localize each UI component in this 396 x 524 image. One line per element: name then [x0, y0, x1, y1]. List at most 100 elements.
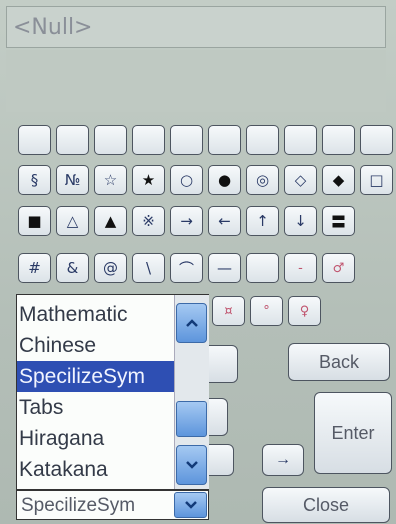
symbol-key[interactable]	[170, 125, 203, 155]
symbol-key[interactable]: ↑	[246, 206, 279, 236]
combo-dropdown-button[interactable]	[174, 492, 207, 518]
chevron-up-icon	[185, 319, 198, 327]
list-scrollbar[interactable]	[174, 295, 209, 489]
symbol-key[interactable]: ◇	[284, 165, 317, 195]
symbol-key[interactable]	[284, 125, 317, 155]
symbol-key-label: ◎	[255, 171, 270, 189]
symbol-key[interactable]: →	[170, 206, 203, 236]
enter-button[interactable]: Enter	[314, 392, 392, 474]
enter-label: Enter	[331, 422, 375, 443]
right-arrow-key[interactable]: →	[262, 444, 304, 476]
symbol-key-label: ●	[217, 171, 232, 189]
list-item[interactable]: Tabs	[17, 392, 174, 423]
symbol-key-label: \	[145, 259, 152, 277]
symbol-key[interactable]: ■	[18, 206, 51, 236]
input-value: <Null>	[13, 15, 93, 40]
symbol-key-label: ←	[218, 212, 231, 230]
symbol-key-label: °	[263, 303, 270, 319]
symbol-key-label: ▲	[104, 212, 117, 230]
symbol-key-label: ※	[142, 212, 155, 230]
symbol-key-label: ♀	[299, 303, 310, 319]
symbol-key[interactable]	[132, 125, 165, 155]
symbol-key-label: ◇	[294, 171, 307, 189]
combo-value: SpecilizeSym	[21, 495, 136, 516]
symbol-key[interactable]: ◆	[322, 165, 355, 195]
symbol-key-label: ¤	[224, 303, 233, 319]
scroll-down-button[interactable]	[176, 445, 207, 485]
list-item[interactable]: SpecilizeSym	[17, 361, 174, 392]
symbol-key[interactable]: &	[56, 253, 89, 283]
back-label: Back	[318, 351, 360, 372]
symbol-key-label: —	[217, 259, 232, 277]
symbol-key[interactable]	[322, 125, 355, 155]
symbol-key[interactable]: ¤	[212, 296, 245, 326]
symbol-key-label: ♂	[332, 260, 345, 276]
chevron-down-icon	[184, 501, 197, 509]
scroll-up-button[interactable]	[176, 303, 207, 343]
close-button[interactable]: Close	[262, 487, 390, 523]
symbol-key[interactable]	[208, 125, 241, 155]
symbol-key[interactable]: ♂	[322, 253, 355, 283]
symbol-key[interactable]: ←	[208, 206, 241, 236]
symbol-key[interactable]: ●	[208, 165, 241, 195]
list-item[interactable]: Katakana	[17, 454, 174, 485]
symbol-key[interactable]: ◎	[246, 165, 279, 195]
symbol-key[interactable]: 〓	[322, 206, 355, 236]
symbol-key[interactable]	[246, 253, 279, 283]
symbol-key-label: ◆	[332, 171, 345, 189]
symbol-key-label: @	[103, 259, 118, 277]
screen: <Null> § № ☆ ★ ○ ● ◎ ◇ ◆ □ ■ △ ▲ ※ → ← ↑ ↓ 〓 # & @ \ ⌒ — - ♂ ¤ ° ♀ Ba…	[0, 0, 396, 524]
input-field[interactable]: <Null>	[6, 6, 386, 48]
symbol-key-label: →	[180, 212, 193, 230]
symbol-key-label: §	[30, 171, 39, 189]
symbol-key[interactable]: ☆	[94, 165, 127, 195]
symbol-key-label: &	[66, 259, 79, 277]
symbol-key-label: 〓	[330, 212, 346, 231]
list-item[interactable]: Mathematic	[17, 299, 174, 330]
symbol-key[interactable]: ※	[132, 206, 165, 236]
close-label: Close	[302, 494, 350, 515]
category-combo[interactable]: SpecilizeSym	[16, 490, 209, 520]
symbol-key[interactable]: △	[56, 206, 89, 236]
symbol-key-label: ⌒	[178, 259, 194, 278]
symbol-key-label: △	[66, 212, 79, 230]
scroll-thumb[interactable]	[176, 401, 207, 437]
symbol-key-label: ○	[179, 171, 194, 189]
symbol-key-label: №	[64, 171, 81, 189]
symbol-key[interactable]: ★	[132, 165, 165, 195]
symbol-key[interactable]: №	[56, 165, 89, 195]
chevron-down-icon	[185, 461, 198, 469]
edit-area[interactable]	[6, 50, 386, 112]
symbol-key-label: ★	[141, 171, 156, 189]
list-item[interactable]: Chinese	[17, 330, 174, 361]
list-item[interactable]: Hiragana	[17, 423, 174, 454]
symbol-key[interactable]: #	[18, 253, 51, 283]
symbol-key[interactable]: □	[360, 165, 393, 195]
symbol-key[interactable]	[360, 125, 393, 155]
symbol-key[interactable]: °	[250, 296, 283, 326]
symbol-key[interactable]: ▲	[94, 206, 127, 236]
symbol-key[interactable]	[94, 125, 127, 155]
symbol-key[interactable]: ↓	[284, 206, 317, 236]
symbol-key[interactable]: ○	[170, 165, 203, 195]
symbol-key-label: ↓	[294, 212, 307, 230]
symbol-key-label: ■	[27, 212, 42, 230]
symbol-key-label: #	[28, 259, 41, 277]
symbol-key[interactable]	[18, 125, 51, 155]
symbol-key-label: ☆	[103, 171, 118, 189]
symbol-key-label: -	[298, 260, 303, 276]
category-list[interactable]: Mathematic Chinese SpecilizeSym Tabs Hiragan…	[16, 294, 209, 490]
symbol-key[interactable]: ⌒	[170, 253, 203, 283]
symbol-key-label: ↑	[256, 212, 269, 230]
symbol-key[interactable]	[56, 125, 89, 155]
right-arrow-icon: →	[275, 451, 291, 468]
symbol-key[interactable]	[246, 125, 279, 155]
symbol-key[interactable]: \	[132, 253, 165, 283]
symbol-key[interactable]: —	[208, 253, 241, 283]
back-button[interactable]: Back	[288, 343, 390, 381]
symbol-key[interactable]: ♀	[288, 296, 321, 326]
symbol-key-label: □	[369, 171, 384, 189]
symbol-key[interactable]: §	[18, 165, 51, 195]
symbol-key[interactable]: @	[94, 253, 127, 283]
symbol-key[interactable]: -	[284, 253, 317, 283]
